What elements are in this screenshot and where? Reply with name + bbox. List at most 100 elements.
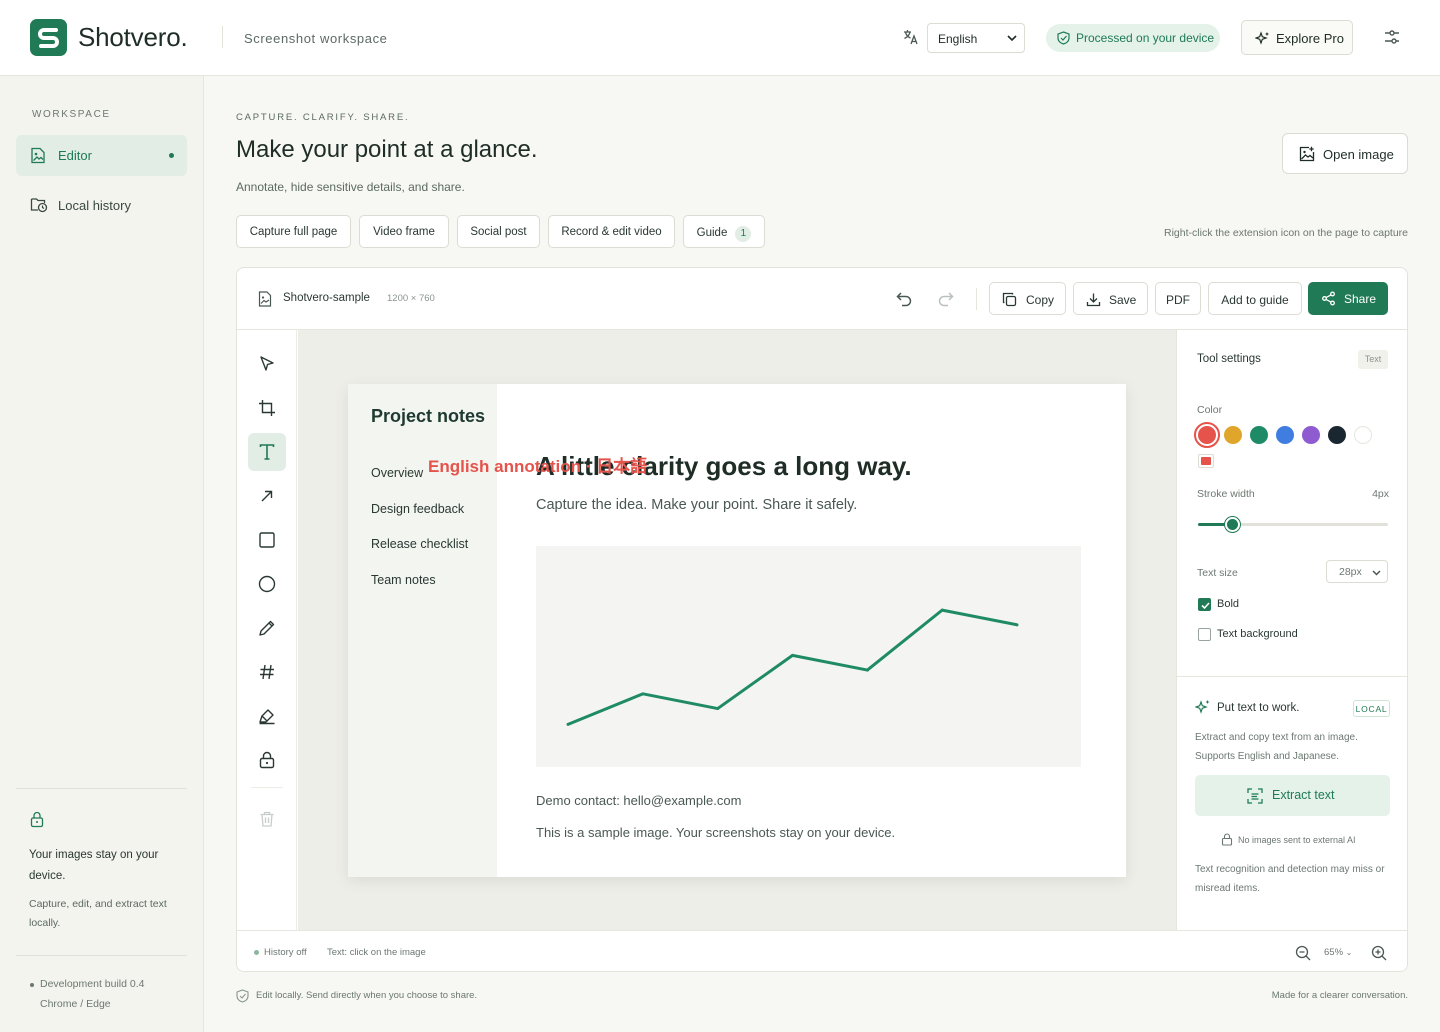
tool-blur[interactable] [248, 741, 286, 779]
history-status-dot [254, 950, 259, 955]
zoom-out-icon[interactable] [1295, 945, 1311, 961]
tool-text[interactable] [248, 433, 286, 471]
privacy-title: Your images stay on your device. [29, 849, 159, 882]
chip-label: Guide [696, 227, 728, 239]
toolbar-divider [976, 288, 977, 310]
color-swatch-white[interactable] [1354, 426, 1372, 444]
add-to-guide-button[interactable]: Add to guide [1208, 282, 1302, 315]
sample-contact: Demo contact: hello@example.com [536, 793, 742, 808]
active-tool-badge: Text [1358, 350, 1388, 369]
copy-icon [1002, 292, 1017, 307]
image-file-icon [258, 291, 272, 307]
zoom-level[interactable]: 65% ⌄ [1324, 947, 1352, 958]
rectangle-icon [259, 532, 275, 548]
tool-arrow[interactable] [248, 477, 286, 515]
sidebar-item-local-history[interactable]: Local history [16, 185, 187, 225]
sidebar-item-editor[interactable]: Editor [16, 135, 187, 176]
explore-pro-button[interactable]: Explore Pro [1241, 20, 1353, 55]
eyebrow: CAPTURE. CLARIFY. SHARE. [236, 112, 410, 123]
logo-icon [30, 19, 67, 56]
share-label: Share [1344, 292, 1377, 306]
chip-capture-full-page[interactable]: Capture full page [236, 215, 351, 248]
build-label: Development build 0.4 [40, 978, 145, 990]
copy-label: Copy [1026, 293, 1055, 307]
tool-ellipse[interactable] [248, 565, 286, 603]
open-image-label: Open image [1323, 147, 1394, 162]
sample-sidebar-title: Project notes [371, 406, 486, 426]
chart-series-line [567, 608, 1018, 726]
panel-divider [1177, 676, 1407, 677]
color-swatch-blue[interactable] [1276, 426, 1294, 444]
bold-checkbox[interactable] [1198, 598, 1211, 611]
chip-guide[interactable]: Guide 1 [683, 215, 765, 248]
sample-chart [536, 546, 1081, 767]
footer-privacy-note: Edit locally. Send directly when you cho… [256, 990, 478, 1001]
copy-button[interactable]: Copy [989, 282, 1066, 315]
file-name: Shotvero-sample [283, 292, 370, 304]
color-swatch-red[interactable] [1194, 422, 1220, 448]
sample-nav-item: Design feedback [371, 502, 465, 516]
color-swatch-black[interactable] [1328, 426, 1346, 444]
arrow-icon [261, 490, 273, 502]
tool-number[interactable] [248, 653, 286, 691]
select-icon [260, 356, 274, 371]
scan-text-icon [1247, 788, 1263, 804]
translate-icon [904, 30, 918, 45]
text-background-checkbox[interactable] [1198, 628, 1211, 641]
tool-crop[interactable] [248, 389, 286, 427]
zoom-in-icon[interactable] [1371, 945, 1387, 961]
sliders-icon[interactable] [1383, 28, 1401, 46]
browser-label: Chrome / Edge [40, 998, 111, 1010]
redo-icon[interactable] [937, 290, 955, 308]
tool-highlighter[interactable] [248, 697, 286, 735]
crop-icon [259, 400, 275, 416]
text-size-select[interactable]: 28px [1326, 560, 1388, 583]
chevron-down-icon [1372, 570, 1381, 576]
custom-color-picker[interactable] [1198, 454, 1214, 468]
tool-pen[interactable] [248, 609, 286, 647]
chart-point [1015, 623, 1019, 627]
chip-video-frame[interactable]: Video frame [359, 215, 449, 248]
history-status: History off [264, 947, 307, 958]
custom-color-preview [1201, 457, 1211, 465]
chip-label: Social post [470, 226, 527, 238]
sample-image[interactable]: Project notes Overview Design feedback R… [348, 384, 1126, 877]
tool-delete[interactable] [248, 800, 286, 838]
color-swatch-amber[interactable] [1224, 426, 1242, 444]
extract-text-button[interactable]: Extract text [1195, 775, 1390, 816]
image-plus-icon [1299, 146, 1315, 162]
text-annotation[interactable]: English annotation · 日本語 [428, 452, 647, 477]
chip-social-post[interactable]: Social post [457, 215, 540, 248]
chip-label: Record & edit video [561, 226, 662, 238]
processed-label: Processed on your device [1076, 31, 1215, 45]
chip-record-edit-video[interactable]: Record & edit video [548, 215, 675, 248]
trash-icon [260, 811, 274, 827]
sample-nav-item: Release checklist [371, 537, 469, 551]
number-icon [260, 664, 274, 680]
language-select[interactable]: English [927, 23, 1025, 53]
chevron-down-icon: ⌄ [1345, 948, 1353, 957]
workspace-label: WORKSPACE [32, 109, 111, 120]
tool-rail [237, 330, 297, 930]
chevron-down-icon [1007, 35, 1017, 42]
ocr-warning: Text recognition and detection may miss … [1195, 864, 1385, 894]
canvas-area[interactable]: Project notes Overview Design feedback R… [298, 330, 1176, 930]
ocr-description: Extract and copy text from an image. Sup… [1195, 732, 1358, 762]
color-swatch-purple[interactable] [1302, 426, 1320, 444]
sidebar-divider [16, 788, 187, 789]
sparkles-icon [1255, 31, 1269, 45]
chart-point [716, 707, 720, 711]
build-status-dot [30, 983, 34, 987]
stroke-width-slider[interactable] [1198, 517, 1388, 532]
tool-rectangle[interactable] [248, 521, 286, 559]
page-subtitle: Annotate, hide sensitive details, and sh… [236, 180, 465, 194]
save-button[interactable]: Save [1073, 282, 1148, 315]
share-button[interactable]: Share [1308, 282, 1388, 315]
processed-badge: Processed on your device [1046, 24, 1220, 52]
open-image-button[interactable]: Open image [1282, 133, 1408, 174]
undo-icon[interactable] [895, 290, 913, 308]
color-swatch-green[interactable] [1250, 426, 1268, 444]
tool-select[interactable] [248, 345, 286, 383]
pdf-button[interactable]: PDF [1155, 282, 1201, 315]
slider-thumb[interactable] [1225, 517, 1241, 532]
